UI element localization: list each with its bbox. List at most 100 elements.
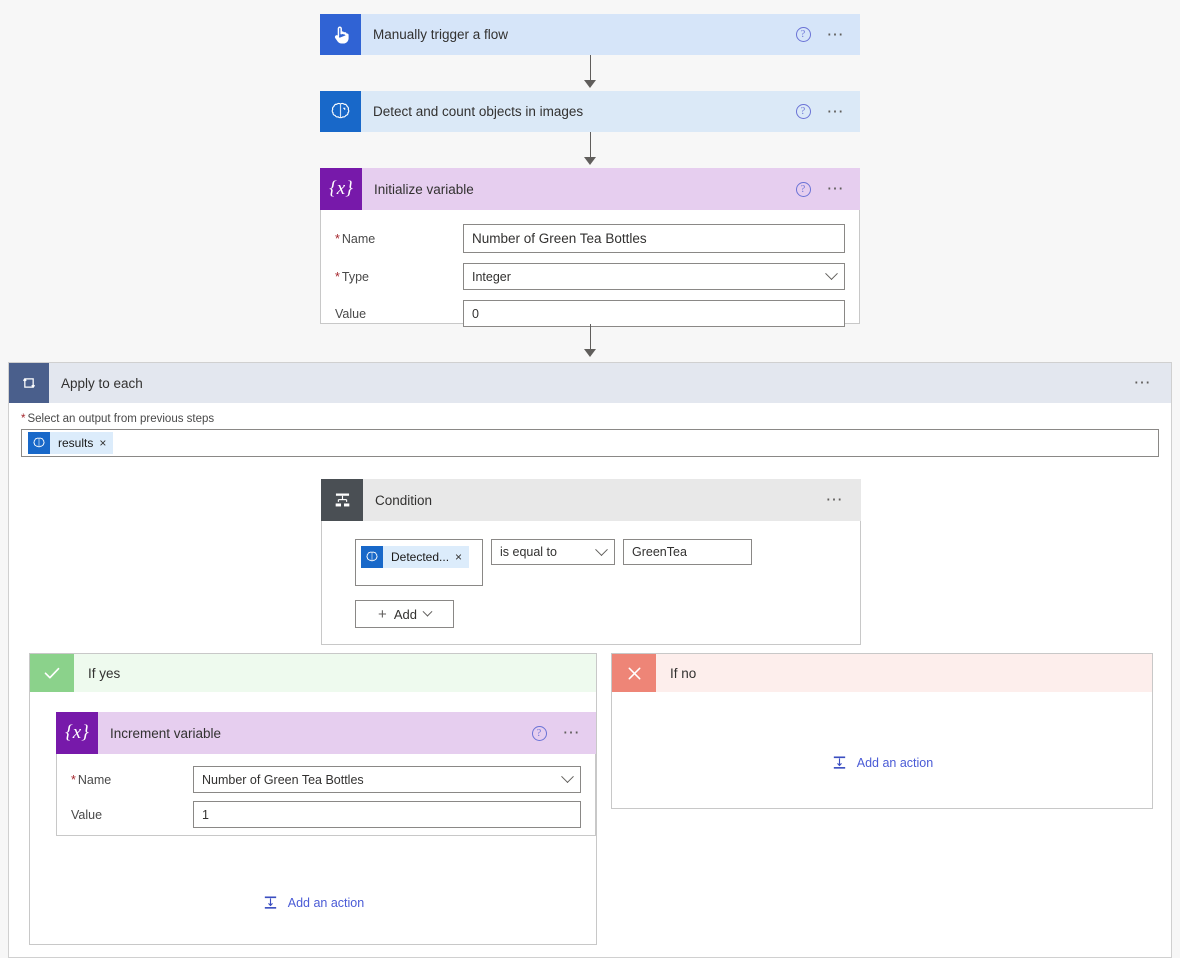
variable-braces-icon: {x} (56, 712, 98, 754)
operator-value: is equal to (500, 545, 557, 559)
variable-value-input[interactable]: 0 (463, 300, 845, 327)
card-title: Increment variable (110, 725, 222, 741)
token-label: results (58, 436, 94, 450)
more-menu-icon[interactable]: ⋯ (827, 103, 847, 120)
output-selector-label: * Select an output from previous steps (21, 413, 215, 425)
add-action-label: Add an action (856, 755, 934, 770)
loop-icon (9, 363, 49, 403)
remove-token-icon[interactable]: × (455, 550, 469, 564)
more-menu-icon[interactable]: ⋯ (1134, 374, 1154, 391)
condition-right-value: GreenTea (632, 545, 687, 559)
card-title: Initialize variable (374, 181, 474, 197)
card-title: Condition (375, 492, 433, 508)
variable-braces-icon: {x} (320, 168, 362, 210)
step-card-trigger[interactable]: Manually trigger a flow ? ⋯ (320, 14, 860, 55)
token-chip-detected[interactable]: Detected... × (361, 546, 470, 568)
field-label: Value (335, 306, 367, 321)
plus-icon: + (378, 605, 387, 623)
help-icon[interactable]: ? (795, 27, 811, 42)
field-label: Value (71, 807, 103, 822)
card-header-actions[interactable]: ? ⋯ (795, 26, 861, 43)
more-menu-icon[interactable]: ⋯ (827, 180, 847, 197)
add-action-yes[interactable]: Add an action (30, 894, 596, 911)
branch-title: If yes (88, 665, 121, 681)
field-value: 1 (202, 807, 209, 822)
help-icon[interactable]: ? (531, 725, 547, 741)
insert-step-icon (831, 754, 848, 771)
condition-add-button[interactable]: + Add (355, 600, 454, 628)
more-menu-icon[interactable]: ⋯ (563, 724, 583, 741)
field-row-name: * Name Number of Green Tea Bottles (335, 224, 845, 253)
step-card-ai-builder[interactable]: Detect and count objects in images ? ⋯ (320, 91, 860, 132)
output-selector-input[interactable]: results × (21, 429, 1159, 457)
field-row-name: * Name Number of Green Tea Bottles (71, 766, 581, 793)
card-header-actions[interactable]: ? ⋯ (795, 180, 861, 197)
field-row-type: * Type Integer (335, 263, 845, 290)
step-card-condition[interactable]: Condition ⋯ Detected... × is equal to Gr… (321, 479, 861, 645)
more-menu-icon[interactable]: ⋯ (827, 26, 847, 43)
field-value: Number of Green Tea Bottles (472, 231, 647, 246)
connector-arrow-icon (584, 157, 596, 165)
token-label: Detected... (391, 550, 450, 564)
branch-header-yes[interactable]: If yes (30, 654, 596, 692)
connector-arrow-icon (584, 80, 596, 88)
apply-to-each-title: Apply to each (61, 375, 143, 391)
token-chip-results[interactable]: results × (28, 432, 114, 454)
manual-trigger-icon (320, 14, 361, 55)
remove-token-icon[interactable]: × (99, 436, 113, 450)
increment-name-dropdown[interactable]: Number of Green Tea Bottles (193, 766, 581, 793)
condition-branch-icon (321, 479, 363, 521)
variable-name-input[interactable]: Number of Green Tea Bottles (463, 224, 845, 253)
increment-value-input[interactable]: 1 (193, 801, 581, 828)
card-header-actions[interactable]: ⋯ (826, 491, 862, 508)
field-value: Integer (472, 269, 511, 284)
add-label: Add (393, 606, 417, 622)
card-header[interactable]: {x} Increment variable ? ⋯ (56, 712, 596, 754)
more-menu-icon[interactable]: ⋯ (826, 491, 846, 508)
required-asterisk: * (21, 413, 26, 425)
card-header[interactable]: Manually trigger a flow ? ⋯ (320, 14, 860, 55)
chevron-down-icon (595, 542, 608, 556)
field-label: * Name (335, 231, 376, 246)
required-asterisk: * (71, 772, 76, 787)
ai-builder-brain-icon (28, 432, 50, 454)
close-x-icon (612, 654, 656, 692)
variable-type-dropdown[interactable]: Integer (463, 263, 845, 290)
checkmark-icon (30, 654, 74, 692)
condition-left-operand[interactable]: Detected... × (355, 539, 483, 586)
step-card-initialize-variable[interactable]: {x} Initialize variable ? ⋯ * Name Number… (320, 168, 860, 327)
add-action-link[interactable]: Add an action (831, 754, 933, 771)
card-body: * Name Number of Green Tea Bottles * Type … (321, 210, 859, 341)
branch-if-yes[interactable]: If yes {x} Increment variable ? ⋯ *Name (29, 653, 597, 945)
connector-arrow-icon (584, 349, 596, 357)
branch-if-no[interactable]: If no Add an action (611, 653, 1153, 809)
card-header[interactable]: {x} Initialize variable ? ⋯ (320, 168, 860, 210)
add-action-no[interactable]: Add an action (612, 754, 1152, 771)
branch-title: If no (670, 665, 697, 681)
card-header-actions[interactable]: ? ⋯ (531, 724, 597, 741)
apply-to-each-actions[interactable]: ⋯ (1134, 374, 1172, 391)
add-action-label: Add an action (287, 895, 365, 910)
connector-line (590, 324, 591, 351)
field-label: * Type (335, 269, 369, 284)
field-row-value: Value 1 (71, 801, 581, 828)
apply-to-each-header[interactable]: Apply to each ⋯ (9, 363, 1171, 403)
apply-to-each-container[interactable]: Apply to each ⋯ * Select an output from p… (8, 362, 1172, 958)
condition-operator-dropdown[interactable]: is equal to (491, 539, 615, 565)
step-card-increment-variable[interactable]: {x} Increment variable ? ⋯ * Name Number … (56, 712, 596, 836)
help-icon[interactable]: ? (795, 104, 811, 119)
card-header[interactable]: Condition ⋯ (321, 479, 861, 521)
chevron-down-icon (561, 770, 574, 784)
insert-step-icon (262, 894, 279, 911)
condition-right-value-input[interactable]: GreenTea (623, 539, 752, 565)
chevron-down-icon (825, 267, 838, 281)
card-header[interactable]: Detect and count objects in images ? ⋯ (320, 91, 860, 132)
add-action-link[interactable]: Add an action (262, 894, 364, 911)
help-icon[interactable]: ? (795, 181, 811, 197)
card-body: Detected... × is equal to GreenTea + Add (322, 521, 860, 628)
connector-line (590, 132, 591, 159)
connector-line (590, 55, 591, 82)
card-header-actions[interactable]: ? ⋯ (795, 103, 861, 120)
field-value: Number of Green Tea Bottles (202, 772, 364, 787)
branch-header-no[interactable]: If no (612, 654, 1152, 692)
